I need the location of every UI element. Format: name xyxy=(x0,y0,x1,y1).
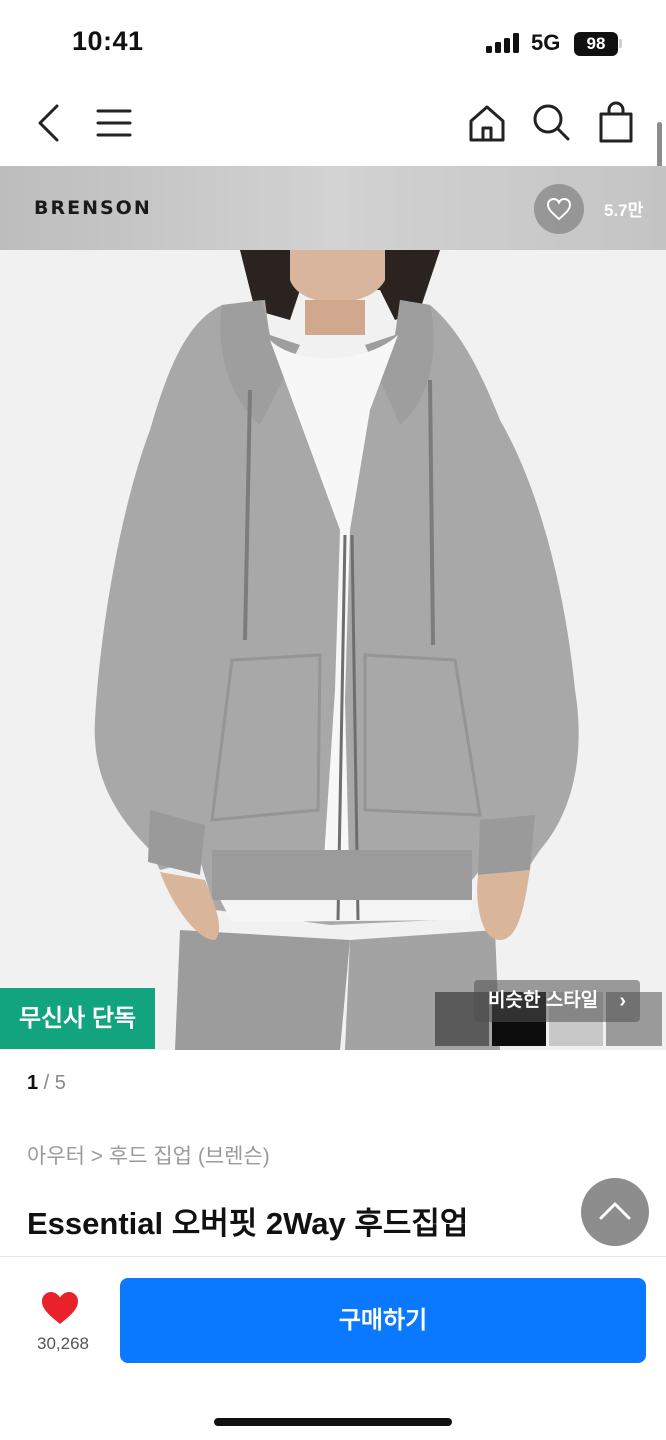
menu-icon[interactable] xyxy=(90,99,138,147)
breadcrumb[interactable]: 아우터 > 후드 집업 (브렌슨) xyxy=(27,1140,270,1170)
product-title: Essential 오버핏 2Way 후드집업 xyxy=(27,1206,469,1241)
image-pager: 1 / 5 xyxy=(27,1072,66,1095)
heart-outline-icon xyxy=(546,197,572,221)
pager-total: 5 xyxy=(54,1072,66,1094)
pager-separator: / xyxy=(38,1072,55,1094)
shopping-bag-icon[interactable] xyxy=(592,99,640,147)
status-time: 10:41 xyxy=(72,26,144,56)
home-icon[interactable] xyxy=(463,99,511,147)
model-photo xyxy=(0,250,666,1050)
bottom-bar-divider xyxy=(0,1256,666,1257)
exclusive-badge: 무신사 단독 xyxy=(0,988,155,1049)
pager-current: 1 xyxy=(27,1072,39,1094)
buy-button[interactable]: 구매하기 xyxy=(120,1278,646,1363)
signal-icon xyxy=(486,33,522,53)
similar-styles-label: 비슷한 스타일 xyxy=(488,990,599,1011)
scroll-to-top-button[interactable] xyxy=(581,1178,649,1246)
brand-favorite-count: 5.7만 xyxy=(604,201,644,220)
search-icon[interactable] xyxy=(527,99,575,147)
product-image[interactable] xyxy=(0,250,666,1050)
home-indicator[interactable] xyxy=(214,1418,452,1426)
battery-nub xyxy=(619,39,622,48)
similar-styles-button[interactable]: 비슷한 스타일 › xyxy=(474,980,640,1022)
brand-name[interactable]: BRENSON xyxy=(34,197,152,219)
chevron-up-icon xyxy=(599,1202,631,1220)
heart-icon[interactable] xyxy=(40,1290,80,1326)
like-count: 30,268 xyxy=(37,1334,89,1353)
network-type: 5G xyxy=(531,30,561,55)
back-icon[interactable] xyxy=(26,99,74,147)
chevron-right-icon: › xyxy=(619,990,626,1012)
brand-favorite-button[interactable] xyxy=(534,184,584,234)
battery-icon: 98 xyxy=(574,32,618,56)
